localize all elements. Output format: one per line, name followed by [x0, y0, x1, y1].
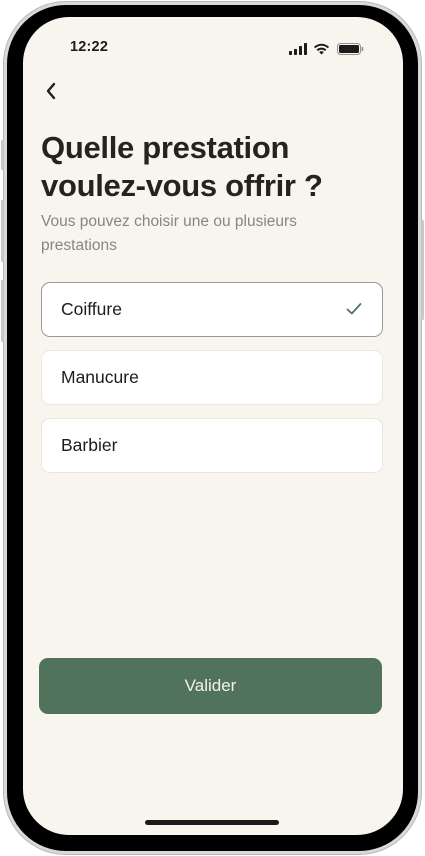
option-manucure[interactable]: Manucure — [41, 350, 383, 405]
chevron-left-icon — [45, 82, 57, 100]
page-title: Quelle prestation voulez-vous offrir ? — [41, 130, 323, 203]
option-label: Coiffure — [61, 299, 122, 319]
status-bar: 12:22 — [23, 17, 403, 77]
screen: 12:22 Quelle prestation voulez-vous offr… — [23, 17, 403, 835]
page-subtitle: Vous pouvez choisir une ou plusieurs pre… — [41, 213, 297, 254]
phone-power-button — [421, 220, 424, 320]
validate-button[interactable]: Valider — [39, 658, 382, 714]
home-indicator — [145, 820, 279, 825]
checkmark-icon — [346, 302, 362, 316]
option-coiffure[interactable]: Coiffure — [41, 282, 383, 337]
wifi-icon — [313, 42, 330, 55]
option-label: Barbier — [61, 435, 118, 455]
phone-volume-up-button — [1, 200, 4, 262]
back-button[interactable] — [37, 77, 65, 105]
status-time: 12:22 — [70, 39, 109, 55]
phone-side-button — [1, 140, 4, 170]
phone-volume-down-button — [1, 280, 4, 342]
cellular-signal-icon — [289, 42, 307, 55]
option-label: Manucure — [61, 367, 139, 387]
option-barbier[interactable]: Barbier — [41, 418, 383, 473]
status-icons — [289, 41, 364, 55]
battery-icon — [337, 42, 364, 55]
